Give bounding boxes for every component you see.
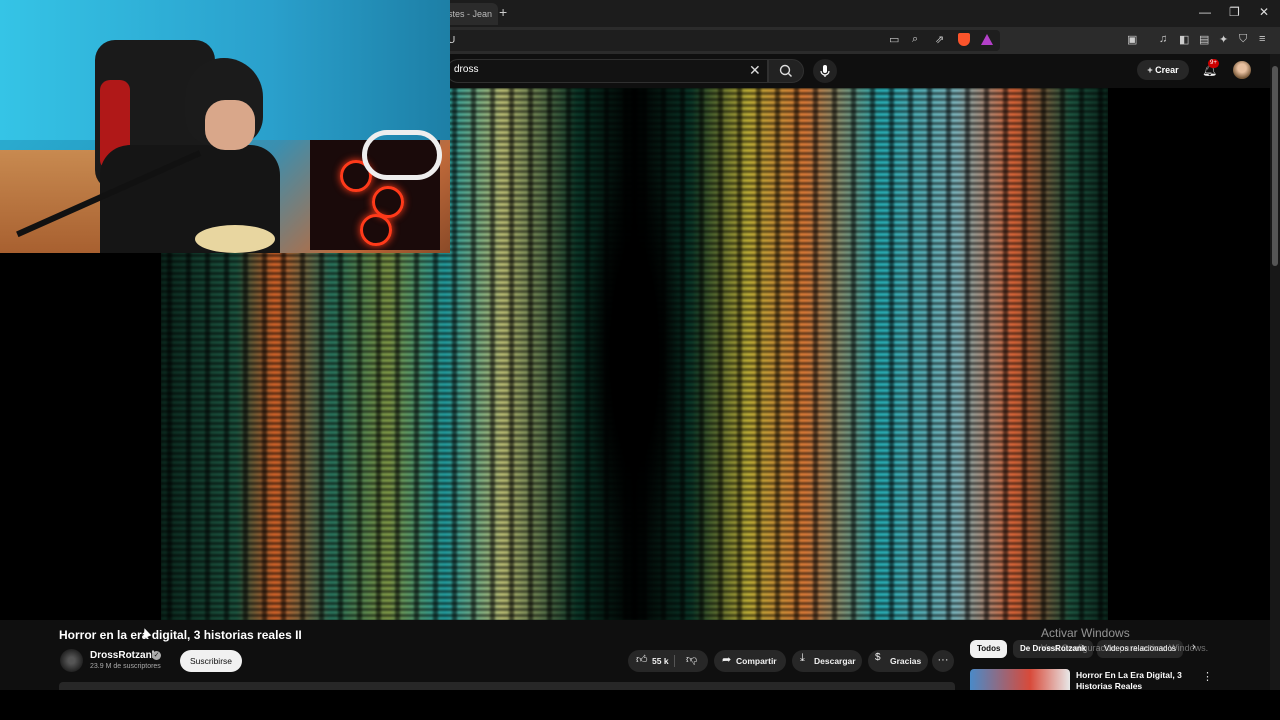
search-value: dross: [454, 64, 479, 75]
dislike-icon[interactable]: 👎︎: [686, 653, 697, 666]
notifications-badge: 9+: [1208, 59, 1219, 68]
search-button[interactable]: [768, 59, 804, 83]
more-actions-button[interactable]: ···: [932, 650, 954, 672]
webcam-headphones: [362, 130, 442, 180]
webcam-fan: [360, 214, 392, 246]
cast-icon[interactable]: ▭: [889, 33, 899, 46]
like-divider: [674, 655, 675, 667]
close-window-icon[interactable]: ✕: [1259, 5, 1269, 19]
wallet-icon[interactable]: ▤: [1199, 33, 1209, 46]
verified-icon: ✓: [152, 651, 161, 660]
subscribe-button[interactable]: Suscribirse: [180, 650, 242, 672]
media-icon[interactable]: ♫: [1159, 33, 1167, 45]
scrollbar-thumb[interactable]: [1272, 66, 1278, 266]
new-tab-button[interactable]: +: [499, 4, 507, 20]
like-count[interactable]: 55 k: [652, 650, 669, 672]
menu-icon[interactable]: ≡: [1259, 33, 1265, 45]
vpn-icon[interactable]: ⛉: [1239, 33, 1247, 46]
brave-shield-icon[interactable]: [958, 33, 970, 46]
recommendation-title[interactable]: Horror En La Era Digital, 3 Historias Re…: [1076, 670, 1186, 690]
minimize-icon[interactable]: —: [1199, 5, 1211, 19]
screenshot-icon[interactable]: ▣: [1127, 33, 1137, 46]
sidebar-toggle-icon[interactable]: ◧: [1179, 33, 1189, 46]
taskbar-area: [0, 690, 1280, 720]
plus-icon: +: [1147, 65, 1156, 75]
windows-activation-title: Activar Windows: [1041, 626, 1130, 640]
download-icon: ⤓: [800, 652, 805, 664]
windows-activation-subtitle: Ve a Configuración para activar Windows.: [1041, 643, 1209, 653]
search-icon: [779, 64, 792, 77]
leo-ai-icon[interactable]: ✦: [1219, 33, 1228, 46]
restore-icon[interactable]: ❐: [1229, 5, 1240, 19]
zoom-icon[interactable]: ⌕: [912, 33, 918, 46]
chip-todos[interactable]: Todos: [970, 640, 1008, 658]
microphone-icon: [820, 65, 830, 77]
like-icon[interactable]: 👍︎: [636, 653, 648, 666]
account-avatar[interactable]: [1233, 61, 1251, 79]
webcam-plate: [195, 225, 275, 253]
subscriber-count: 23.9 M de suscriptores: [90, 663, 161, 670]
clear-search-icon[interactable]: ✕: [749, 62, 761, 79]
description-box[interactable]: [59, 682, 955, 690]
video-title: Horror en la era digital, 3 historias re…: [59, 628, 302, 642]
channel-avatar[interactable]: [60, 649, 83, 672]
share-icon: ➦: [722, 654, 732, 666]
voice-search-button[interactable]: [813, 59, 837, 83]
webcam-overlay: [0, 0, 450, 253]
webcam-person-face: [205, 100, 255, 150]
search-input[interactable]: [446, 59, 768, 83]
create-button[interactable]: + Crear: [1137, 60, 1189, 80]
recommendation-menu-icon[interactable]: ⋮: [1202, 670, 1213, 683]
thanks-icon: $: [875, 652, 881, 663]
brave-rewards-icon[interactable]: [981, 34, 993, 45]
share-page-icon[interactable]: ⇗: [935, 33, 944, 46]
recommendation-thumbnail[interactable]: [970, 669, 1070, 690]
channel-name[interactable]: DrossRotzank: [90, 650, 157, 661]
create-label: Crear: [1155, 65, 1179, 75]
